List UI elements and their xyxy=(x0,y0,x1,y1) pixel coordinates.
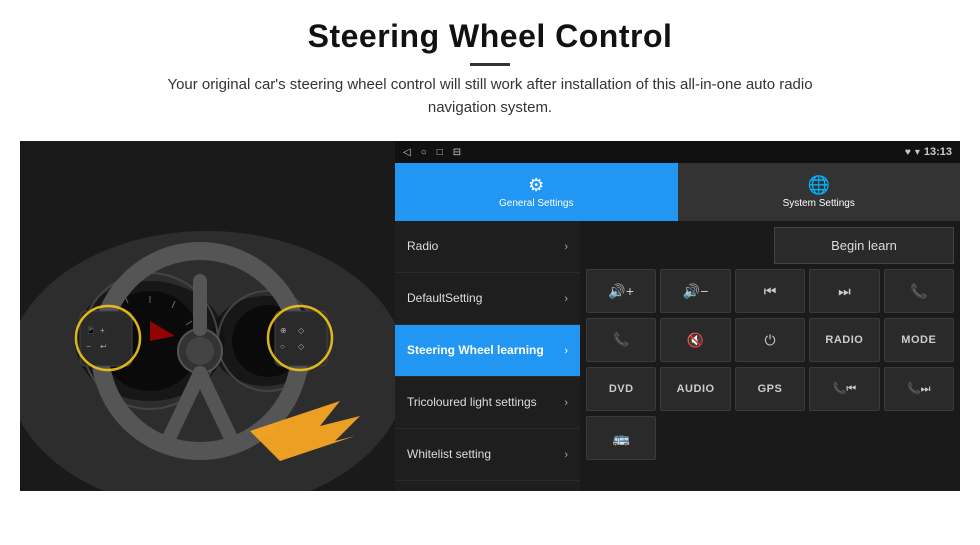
mute-icon: 🔇 xyxy=(687,332,704,349)
title-divider xyxy=(470,63,510,66)
chevron-steering-icon: › xyxy=(564,345,568,357)
controls-row-1: 🔊+ 🔊− ⏮ ⏭ 📞 xyxy=(586,269,954,313)
settings-item-whitelist[interactable]: Whitelist setting › xyxy=(395,429,580,481)
svg-text:⊕: ⊕ xyxy=(280,326,287,335)
radio-label: RADIO xyxy=(825,334,863,346)
settings-area: Radio › DefaultSetting › Steering Wheel … xyxy=(395,221,960,491)
page-title: Steering Wheel Control xyxy=(40,18,940,55)
settings-list: Radio › DefaultSetting › Steering Wheel … xyxy=(395,221,580,491)
begin-learn-button[interactable]: Begin learn xyxy=(774,227,954,264)
settings-item-tricoloured[interactable]: Tricoloured light settings › xyxy=(395,377,580,429)
controls-row-4: 🚌 xyxy=(586,416,954,460)
power-button[interactable]: ⏻ xyxy=(735,318,805,362)
phone-prev-icon: 📞⏮ xyxy=(833,382,857,396)
gps-label: GPS xyxy=(758,383,783,395)
phone-next-button[interactable]: 📞⏭ xyxy=(884,367,954,411)
begin-learn-row: Begin learn xyxy=(586,227,954,264)
location-icon: ♥ xyxy=(905,147,911,158)
phone-icon: 📞 xyxy=(910,283,927,300)
menu-nav-icon[interactable]: ⊟ xyxy=(453,147,461,158)
phone-button[interactable]: 📞 xyxy=(884,269,954,313)
chevron-default-icon: › xyxy=(564,293,568,305)
settings-item-radio-label: Radio xyxy=(407,239,438,255)
phone-prev-button[interactable]: 📞⏮ xyxy=(809,367,879,411)
controls-row-2: 📞 🔇 ⏻ RADIO MODE xyxy=(586,318,954,362)
gps-button[interactable]: GPS xyxy=(735,367,805,411)
status-icons: ♥ ▾ 13:13 xyxy=(905,146,952,158)
prev-track-icon: ⏮ xyxy=(764,283,777,300)
controls-panel: Begin learn 🔊+ 🔊− ⏮ ⏭ xyxy=(580,221,960,491)
svg-text:◇: ◇ xyxy=(298,342,305,351)
next-track-button[interactable]: ⏭ xyxy=(809,269,879,313)
steering-wheel-svg: 📱 + − ↩ ⊕ ◇ ○ ◇ xyxy=(20,141,395,491)
tab-general-settings[interactable]: ⚙ General Settings xyxy=(395,163,678,221)
svg-text:↩: ↩ xyxy=(100,342,107,351)
steering-wheel-panel: 📱 + − ↩ ⊕ ◇ ○ ◇ xyxy=(20,141,395,491)
system-settings-icon: 🌐 xyxy=(808,175,830,196)
tab-system-settings[interactable]: 🌐 System Settings xyxy=(678,163,961,221)
android-panel: ◁ ○ □ ⊟ ♥ ▾ 13:13 ⚙ General Settings 🌐 S… xyxy=(395,141,960,491)
mute-button[interactable]: 🔇 xyxy=(660,318,730,362)
radio-button[interactable]: RADIO xyxy=(809,318,879,362)
main-content: 📱 + − ↩ ⊕ ◇ ○ ◇ ◁ ○ □ xyxy=(20,141,960,491)
home-nav-icon[interactable]: ○ xyxy=(421,147,427,158)
svg-text:📱: 📱 xyxy=(86,325,96,335)
svg-text:◇: ◇ xyxy=(298,326,305,335)
hangup-icon: 📞 xyxy=(613,332,629,348)
svg-text:○: ○ xyxy=(280,342,285,351)
settings-item-default-label: DefaultSetting xyxy=(407,291,482,307)
nav-icons: ◁ ○ □ ⊟ xyxy=(403,147,461,158)
hangup-button[interactable]: 📞 xyxy=(586,318,656,362)
settings-item-tricoloured-label: Tricoloured light settings xyxy=(407,395,537,411)
dvd-button[interactable]: DVD xyxy=(586,367,656,411)
mode-label: MODE xyxy=(901,334,936,346)
vol-up-button[interactable]: 🔊+ xyxy=(586,269,656,313)
general-settings-icon: ⚙ xyxy=(528,175,544,196)
mode-button[interactable]: MODE xyxy=(884,318,954,362)
settings-item-radio[interactable]: Radio › xyxy=(395,221,580,273)
chevron-whitelist-icon: › xyxy=(564,449,568,461)
vol-up-icon: 🔊+ xyxy=(608,283,634,300)
page-subtitle: Your original car's steering wheel contr… xyxy=(140,74,840,119)
tab-system-label: System Settings xyxy=(783,198,855,209)
bus-icon: 🚌 xyxy=(612,430,629,447)
vol-down-icon: 🔊− xyxy=(683,283,709,300)
phone-next-icon: 📞⏭ xyxy=(907,382,931,396)
chevron-radio-icon: › xyxy=(564,241,568,253)
tab-general-label: General Settings xyxy=(499,198,574,209)
tab-bar: ⚙ General Settings 🌐 System Settings xyxy=(395,163,960,221)
recents-nav-icon[interactable]: □ xyxy=(437,147,443,158)
power-icon: ⏻ xyxy=(764,332,775,349)
chevron-tricoloured-icon: › xyxy=(564,397,568,409)
status-time: 13:13 xyxy=(924,146,952,158)
prev-track-button[interactable]: ⏮ xyxy=(735,269,805,313)
dvd-label: DVD xyxy=(609,383,634,395)
back-nav-icon[interactable]: ◁ xyxy=(403,147,411,158)
settings-item-whitelist-label: Whitelist setting xyxy=(407,447,491,463)
audio-label: AUDIO xyxy=(677,383,715,395)
settings-item-default[interactable]: DefaultSetting › xyxy=(395,273,580,325)
svg-text:+: + xyxy=(100,326,105,335)
settings-item-steering[interactable]: Steering Wheel learning › xyxy=(395,325,580,377)
vol-down-button[interactable]: 🔊− xyxy=(660,269,730,313)
settings-item-steering-label: Steering Wheel learning xyxy=(407,343,544,359)
page-header: Steering Wheel Control Your original car… xyxy=(0,0,980,129)
controls-row-3: DVD AUDIO GPS 📞⏮ 📞⏭ xyxy=(586,367,954,411)
svg-text:−: − xyxy=(86,342,91,351)
status-bar: ◁ ○ □ ⊟ ♥ ▾ 13:13 xyxy=(395,141,960,163)
next-track-icon: ⏭ xyxy=(838,283,851,300)
audio-button[interactable]: AUDIO xyxy=(660,367,730,411)
wifi-icon: ▾ xyxy=(915,147,920,158)
bus-button[interactable]: 🚌 xyxy=(586,416,656,460)
